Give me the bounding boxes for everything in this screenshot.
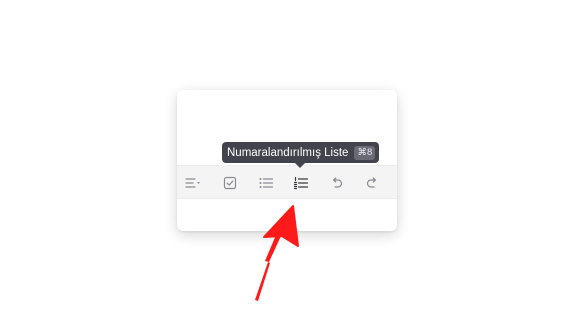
formatting-toolbar [177, 165, 397, 199]
align-dropdown-button[interactable] [182, 172, 204, 194]
align-dropdown-icon [184, 176, 202, 190]
numbered-list-icon [293, 176, 309, 190]
numbered-list-tooltip: Numaralandırılmış Liste ⌘8 [222, 142, 380, 168]
tooltip-shortcut: ⌘8 [354, 145, 376, 160]
undo-icon [330, 176, 344, 190]
bulleted-list-button[interactable] [255, 172, 277, 194]
checklist-button[interactable] [219, 172, 241, 194]
undo-button[interactable] [326, 172, 348, 194]
bulleted-list-icon [258, 176, 274, 190]
redo-icon [365, 176, 379, 190]
tooltip-label: Numaralandırılmış Liste [227, 146, 349, 159]
stage: Numaralandırılmış Liste ⌘8 [0, 0, 574, 323]
numbered-list-button[interactable] [290, 172, 312, 194]
redo-button[interactable] [361, 172, 383, 194]
checkbox-icon [223, 176, 237, 190]
